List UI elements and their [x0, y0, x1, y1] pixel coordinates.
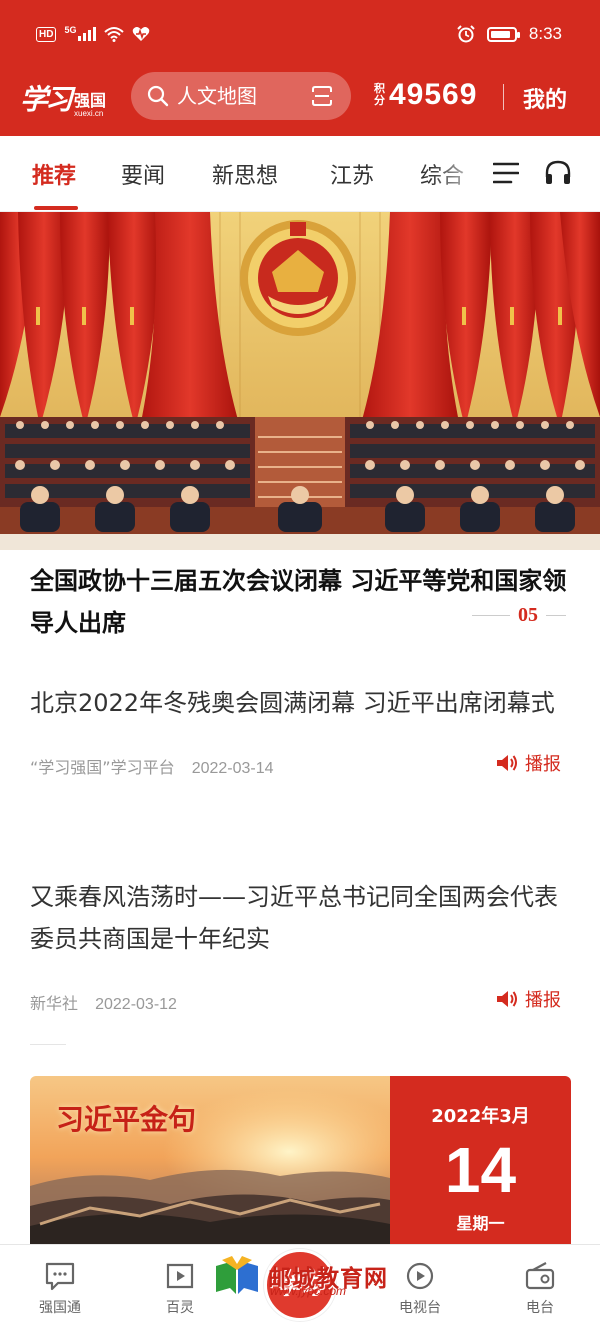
points-label: 积 分 — [374, 83, 385, 107]
carousel-pager: 05 — [472, 604, 566, 627]
hero-headline[interactable]: 全国政协十三届五次会议闭幕 习近平等党和国家领导人出席 — [30, 560, 575, 644]
chat-icon — [45, 1262, 75, 1291]
status-bar: HD 5G 8:33 — [0, 0, 600, 72]
pager-line-left — [472, 615, 510, 616]
signal-icon — [78, 27, 97, 41]
nav-tv[interactable]: 电视台 — [380, 1261, 460, 1317]
search-input[interactable] — [177, 84, 297, 108]
nav-label: 电视台 — [399, 1300, 441, 1316]
battery-fill — [490, 30, 510, 38]
nav-radio[interactable]: 电台 — [500, 1261, 580, 1317]
news-date: 2022-03-14 — [191, 760, 274, 777]
points-display[interactable]: 积 分 49569 — [374, 78, 477, 112]
points-value: 49569 — [389, 78, 478, 111]
logo-script: 学习 — [20, 83, 73, 116]
news-item[interactable]: 又乘春风浩荡时——习近平总书记同全国两会代表委员共商国是十年纪实 新华社 202… — [30, 876, 575, 1014]
news-date: 2022-03-12 — [95, 996, 177, 1013]
nav-bailing[interactable]: 百灵 — [140, 1261, 220, 1317]
alarm-icon — [457, 25, 475, 43]
nav-study-center-button[interactable]: 学习 — [264, 1249, 336, 1321]
mine-button[interactable]: 我的 — [523, 82, 567, 114]
logo-cn: 强国 — [74, 91, 107, 110]
wifi-icon — [104, 27, 125, 42]
scan-icon[interactable] — [311, 85, 333, 107]
quote-title: 习近平金句 — [56, 1103, 197, 1136]
study-logo-icon: 学习 — [277, 1274, 322, 1300]
tv-play-icon — [406, 1262, 434, 1290]
bottom-nav: 强国通 百灵 学习 电视台 电台 — [0, 1244, 600, 1326]
speaker-icon — [497, 755, 517, 771]
broadcast-label: 播报 — [525, 754, 561, 775]
logo-url: xuexi.cn — [74, 109, 104, 118]
news-meta: “学习强国”学习平台 2022-03-14 播报 — [30, 754, 575, 778]
header-divider — [503, 84, 504, 110]
tab-new-thought[interactable]: 新思想 — [212, 158, 278, 190]
radio-icon — [525, 1262, 555, 1290]
hd-badge: HD — [36, 26, 57, 42]
app-header: 学习 强国 xuexi.cn 积 分 49569 我的 — [0, 72, 600, 136]
nav-label: 电台 — [526, 1300, 554, 1316]
tab-fade — [430, 146, 490, 202]
broadcast-label: 播报 — [525, 990, 561, 1011]
status-left: HD 5G — [36, 25, 150, 42]
date-panel: 2022年3月 14 星期一 — [390, 1076, 571, 1256]
app-logo[interactable]: 学习 强国 xuexi.cn — [20, 78, 106, 118]
news-title[interactable]: 北京2022年冬残奥会圆满闭幕 习近平出席闭幕式 — [30, 682, 575, 724]
category-tabs: 推荐 要闻 新思想 江苏 综合 — [0, 136, 600, 212]
heart-icon — [133, 27, 150, 41]
tab-recommend[interactable]: 推荐 — [32, 158, 76, 190]
search-icon — [147, 85, 169, 107]
broadcast-button[interactable]: 播报 — [495, 750, 561, 776]
news-source: 新华社 — [30, 994, 79, 1013]
points-label-2: 分 — [374, 94, 385, 107]
date-weekday: 星期一 — [456, 1214, 505, 1233]
nav-label: 百灵 — [166, 1300, 194, 1316]
clock: 8:33 — [528, 24, 562, 43]
news-item[interactable]: 北京2022年冬残奥会圆满闭幕 习近平出席闭幕式 “学习强国”学习平台 2022… — [30, 682, 575, 778]
broadcast-button[interactable]: 播报 — [495, 986, 561, 1012]
date-year-month: 2022年3月 — [431, 1106, 530, 1127]
menu-icon[interactable] — [493, 162, 519, 184]
headphones-icon[interactable] — [544, 160, 572, 186]
speaker-icon — [497, 991, 517, 1007]
active-tab-indicator — [34, 206, 78, 210]
network-type: 5G — [64, 25, 77, 35]
hero-banner[interactable] — [0, 212, 600, 550]
status-right: 8:33 — [457, 24, 562, 44]
search-box[interactable] — [131, 72, 351, 120]
nav-label: 强国通 — [39, 1300, 81, 1316]
cppcc-emblem — [240, 220, 356, 336]
news-title[interactable]: 又乘春风浩荡时——习近平总书记同全国两会代表委员共商国是十年纪实 — [30, 876, 575, 960]
tab-headlines[interactable]: 要闻 — [121, 158, 165, 190]
logo-text: 强国 xuexi.cn — [74, 87, 106, 118]
section-divider — [30, 1044, 66, 1045]
conference-hall-image — [0, 212, 600, 550]
tab-jiangsu[interactable]: 江苏 — [330, 158, 374, 190]
daily-quote-card[interactable]: 习近平金句 2022年3月 14 星期一 — [30, 1076, 571, 1256]
play-box-icon — [166, 1263, 194, 1289]
nav-qiangguotong[interactable]: 强国通 — [20, 1261, 100, 1317]
news-meta: 新华社 2022-03-12 播报 — [30, 990, 575, 1014]
battery-icon — [486, 26, 520, 42]
pager-line-right — [546, 615, 566, 616]
date-day: 14 — [444, 1134, 517, 1206]
pager-index: 05 — [518, 604, 538, 626]
news-source: “学习强国”学习平台 — [30, 758, 175, 777]
